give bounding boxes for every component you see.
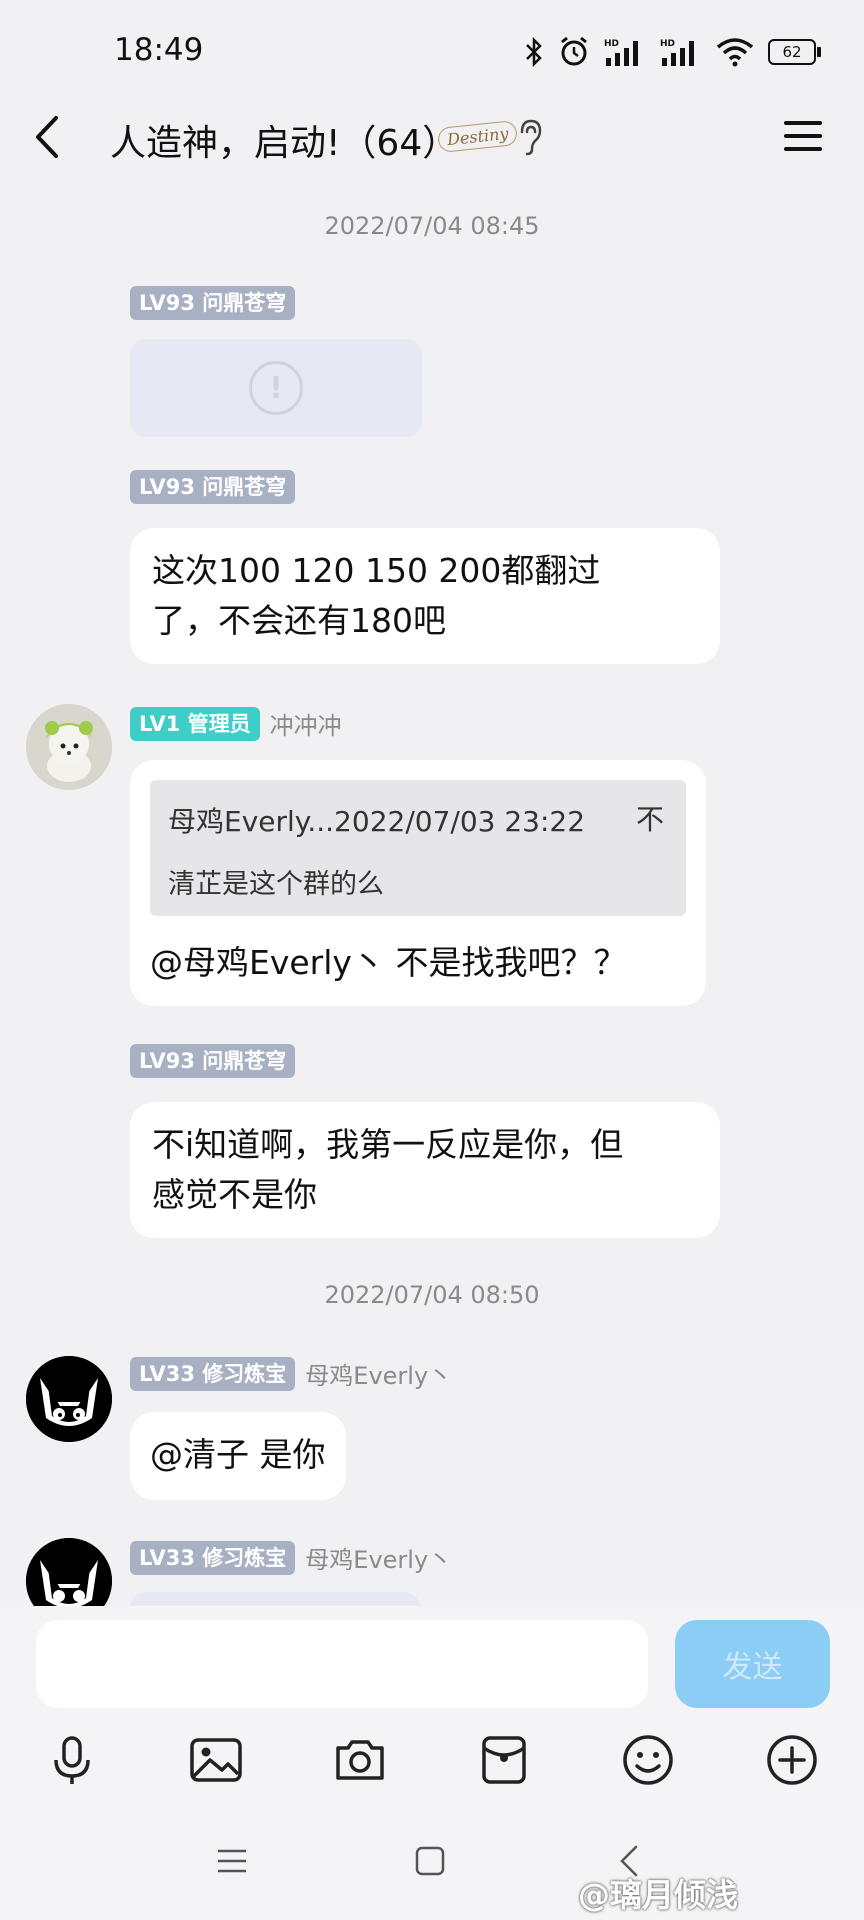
emoji-icon[interactable] — [620, 1732, 676, 1788]
group-title[interactable]: 人造神，启动!（64） — [110, 114, 458, 166]
level-badge: LV33 修习炼宝 — [130, 1540, 296, 1575]
status-icons: HD HD 62 — [524, 32, 821, 72]
level-badge: LV93 问鼎苍穹 — [130, 286, 296, 320]
svg-text:HD: HD — [660, 39, 675, 49]
send-button[interactable]: 发送 — [675, 1620, 830, 1708]
sender-row: LV93 问鼎苍穹 — [130, 1044, 296, 1078]
back-arrow-icon[interactable] — [28, 112, 68, 162]
wifi-icon — [716, 38, 754, 67]
message-bubble[interactable]: @清子 是你 — [130, 1412, 346, 1500]
alarm-icon — [561, 36, 587, 66]
member-title: 管理员 — [187, 711, 251, 736]
sender-nickname[interactable]: 冲冲冲 — [270, 706, 342, 741]
battery-icon: 62 — [768, 39, 821, 65]
sender-nickname[interactable]: 母鸡Everly丶 — [305, 1540, 452, 1575]
bluetooth-icon — [526, 36, 542, 68]
svg-text:HD: HD — [604, 39, 619, 49]
level-badge: LV93 问鼎苍穹 — [130, 1044, 296, 1078]
member-title: 修习炼宝 — [202, 1545, 287, 1570]
level-badge: LV93 问鼎苍穹 — [130, 470, 296, 504]
message-timestamp: 2022/07/04 08:45 — [324, 212, 540, 240]
level-text: LV33 — [139, 1361, 195, 1386]
sender-nickname[interactable]: 母鸡Everly丶 — [305, 1356, 452, 1391]
member-title: 问鼎苍穹 — [202, 475, 287, 499]
member-title: 修习炼宝 — [202, 1361, 287, 1386]
member-title: 问鼎苍穹 — [202, 1049, 287, 1073]
image-icon[interactable] — [188, 1732, 244, 1788]
level-text: LV93 — [139, 475, 195, 499]
sender-row: LV33 修习炼宝 母鸡Everly丶 — [130, 1540, 452, 1575]
status-time: 18:49 — [114, 32, 204, 68]
sender-row: LV1 管理员 冲冲冲 — [130, 706, 342, 741]
plus-circle-icon[interactable] — [764, 1732, 820, 1788]
message-text-line: 这次100 120 150 200都翻过 — [152, 551, 601, 590]
sender-row: LV93 问鼎苍穹 — [130, 470, 296, 504]
message-text-line: 不i知道啊，我第一反应是你，但 — [152, 1125, 624, 1164]
quoted-mark: 不 — [635, 803, 664, 836]
signal-hd-icon: HD — [604, 39, 638, 66]
message-bubble[interactable]: 不i知道啊，我第一反应是你，但 感觉不是你 — [130, 1102, 720, 1238]
watermark: @璃月倾浅 — [578, 1876, 739, 1914]
avatar[interactable] — [26, 704, 112, 790]
message-input[interactable] — [36, 1620, 648, 1708]
avatar-cat-image — [26, 1356, 112, 1442]
quoted-text: 清芷是这个群的么 — [168, 869, 384, 900]
level-text: LV1 — [139, 711, 181, 736]
message-text: @清子 是你 — [150, 1435, 326, 1474]
warning-icon: ! — [249, 361, 303, 415]
message-text: @母鸡Everly丶 不是找我吧？？ — [150, 943, 627, 982]
message-bubble[interactable]: 这次100 120 150 200都翻过 了，不会还有180吧 — [130, 528, 720, 664]
quoted-header: 母鸡Everly...2022/07/03 23:22 — [168, 805, 586, 838]
sender-row: LV93 问鼎苍穹 — [130, 286, 296, 320]
red-packet-icon[interactable] — [476, 1732, 532, 1788]
signal-hd-icon-2: HD — [660, 39, 694, 66]
message-text-line: 感觉不是你 — [152, 1175, 317, 1214]
microphone-icon[interactable] — [44, 1732, 100, 1788]
avatar-dog-image — [26, 704, 112, 790]
camera-icon[interactable] — [332, 1732, 388, 1788]
level-text: LV33 — [139, 1545, 195, 1570]
quoted-message[interactable]: 母鸡Everly...2022/07/03 23:22 不 清芷是这个群的么 — [150, 780, 686, 916]
menu-icon[interactable] — [782, 118, 824, 154]
level-text: LV93 — [139, 291, 195, 315]
nav-recents-icon[interactable] — [216, 1845, 248, 1877]
level-text: LV93 — [139, 1049, 195, 1073]
level-badge: LV33 修习炼宝 — [130, 1356, 296, 1391]
message-text-line: 了，不会还有180吧 — [152, 601, 446, 640]
battery-level: 62 — [782, 43, 802, 61]
image-message-failed[interactable]: ! — [130, 339, 422, 437]
member-title: 问鼎苍穹 — [202, 291, 287, 315]
admin-badge: LV1 管理员 — [130, 706, 260, 741]
avatar[interactable] — [26, 1356, 112, 1442]
sender-row: LV33 修习炼宝 母鸡Everly丶 — [130, 1356, 452, 1391]
ear-icon[interactable] — [516, 118, 544, 156]
nav-home-icon[interactable] — [414, 1845, 446, 1877]
message-timestamp: 2022/07/04 08:50 — [324, 1281, 540, 1309]
